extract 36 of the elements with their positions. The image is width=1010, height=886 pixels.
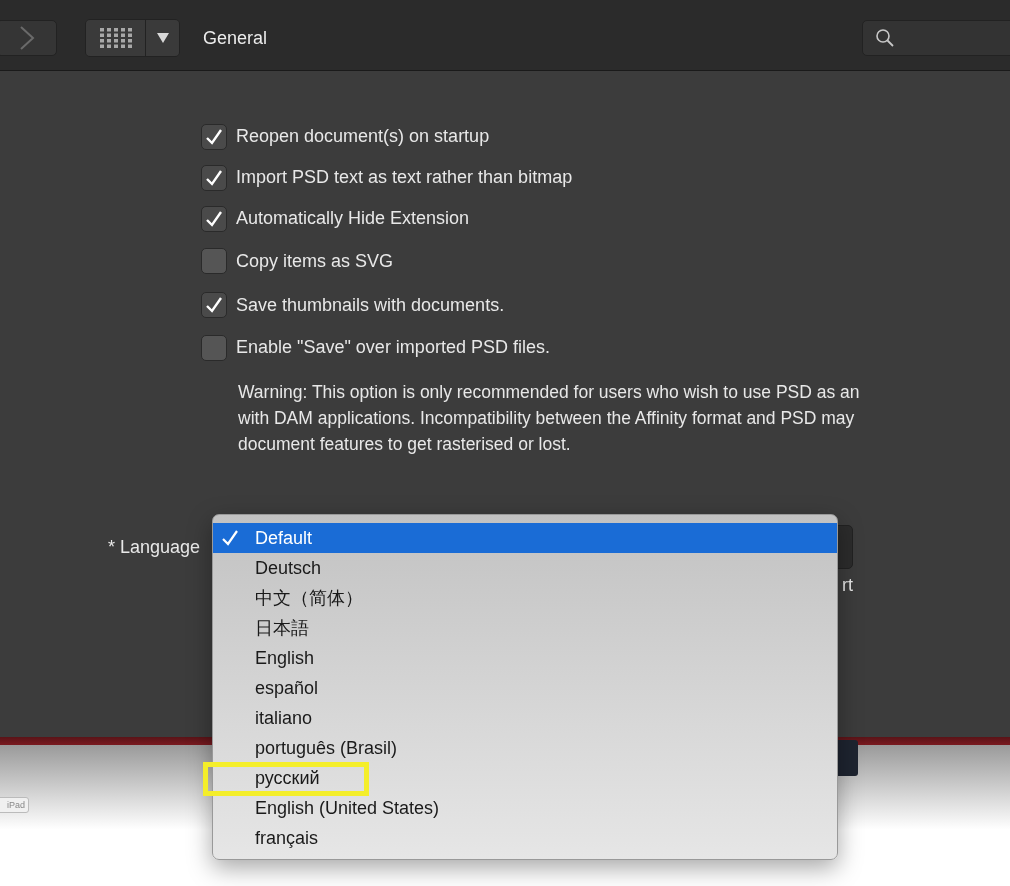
grid-view-button[interactable] [86, 20, 146, 56]
checkbox[interactable] [201, 292, 227, 318]
option-label: Copy items as SVG [236, 250, 394, 272]
menu-item[interactable]: Default [213, 523, 837, 553]
search-field[interactable] [862, 20, 1010, 56]
menu-item[interactable]: 中文（简体） [213, 583, 837, 613]
pane-title: General [203, 27, 268, 49]
forward-button[interactable] [0, 20, 57, 56]
menu-item[interactable]: русский [213, 763, 837, 793]
checkbox[interactable] [201, 123, 227, 150]
checkmark-icon [221, 529, 239, 547]
ipad-tag: iPad [0, 797, 29, 813]
warning-text: Warning: This option is only recommended for users who wish to use PSD as an with DAM applications. Incompatibility between the Affinity format and PSD may document features to get rasterised or lost. [238, 381, 861, 456]
menu-item[interactable]: italiano [213, 703, 837, 733]
checkbox[interactable] [201, 248, 227, 274]
grid-icon [98, 27, 133, 49]
option-label: Enable "Save" over imported PSD files. [236, 337, 550, 358]
menu-item[interactable]: español [213, 673, 837, 703]
menu-item[interactable]: português (Brasil) [213, 733, 837, 763]
dropdown-button[interactable] [146, 20, 179, 56]
menu-item[interactable]: Deutsch [213, 553, 837, 583]
checkbox[interactable] [201, 334, 227, 361]
menu-item[interactable]: English [213, 643, 837, 673]
checkbox[interactable] [201, 205, 227, 232]
option-label: Import PSD text as text rather than bitmap [236, 167, 573, 188]
menu-item[interactable]: français [213, 823, 837, 853]
triangle-down-icon [155, 32, 170, 44]
search-icon [875, 28, 895, 48]
checkbox[interactable] [201, 164, 227, 191]
option-label: Reopen document(s) on startup [236, 126, 490, 147]
option-label: Save thumbnails with documents. [236, 294, 505, 316]
menu-item[interactable]: English (United States) [213, 793, 837, 823]
menu-item[interactable]: 日本語 [213, 613, 837, 643]
language-label: * Language [108, 536, 201, 558]
option-label: Automatically Hide Extension [236, 208, 470, 229]
restart-note: rt [842, 575, 853, 596]
